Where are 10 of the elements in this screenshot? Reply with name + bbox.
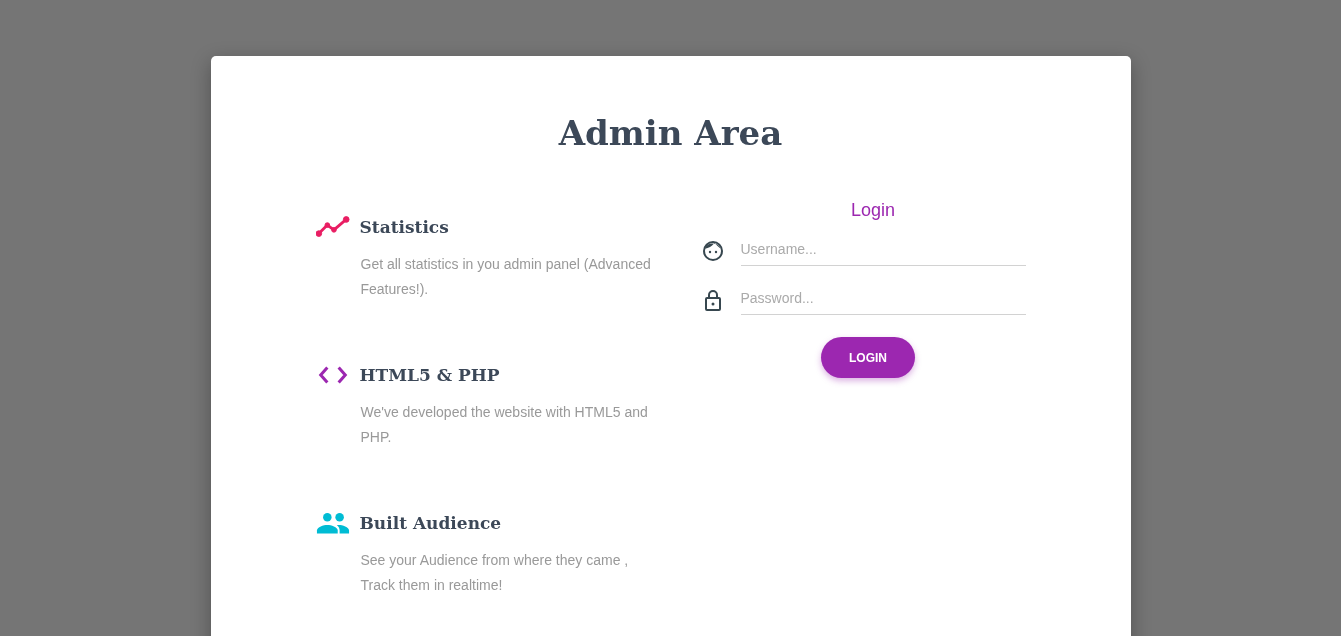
face-icon (700, 238, 725, 263)
page-title: Admin Area (557, 112, 784, 155)
login-title: Login (849, 200, 896, 221)
feature-description: See your Audience from where they came , Track them in realtime! (360, 551, 630, 595)
feature-heading: Statistics (359, 217, 449, 237)
feature-description: Get all statistics in you admin panel (Advanced Features!). (360, 255, 652, 299)
feature-heading: HTML5 & PHP (359, 365, 500, 385)
feature-heading: Built Audience (359, 513, 502, 533)
feature-description: We've developed the website with HTML5 and PHP. (360, 403, 649, 447)
login-button[interactable]: LOGIN (821, 337, 915, 378)
